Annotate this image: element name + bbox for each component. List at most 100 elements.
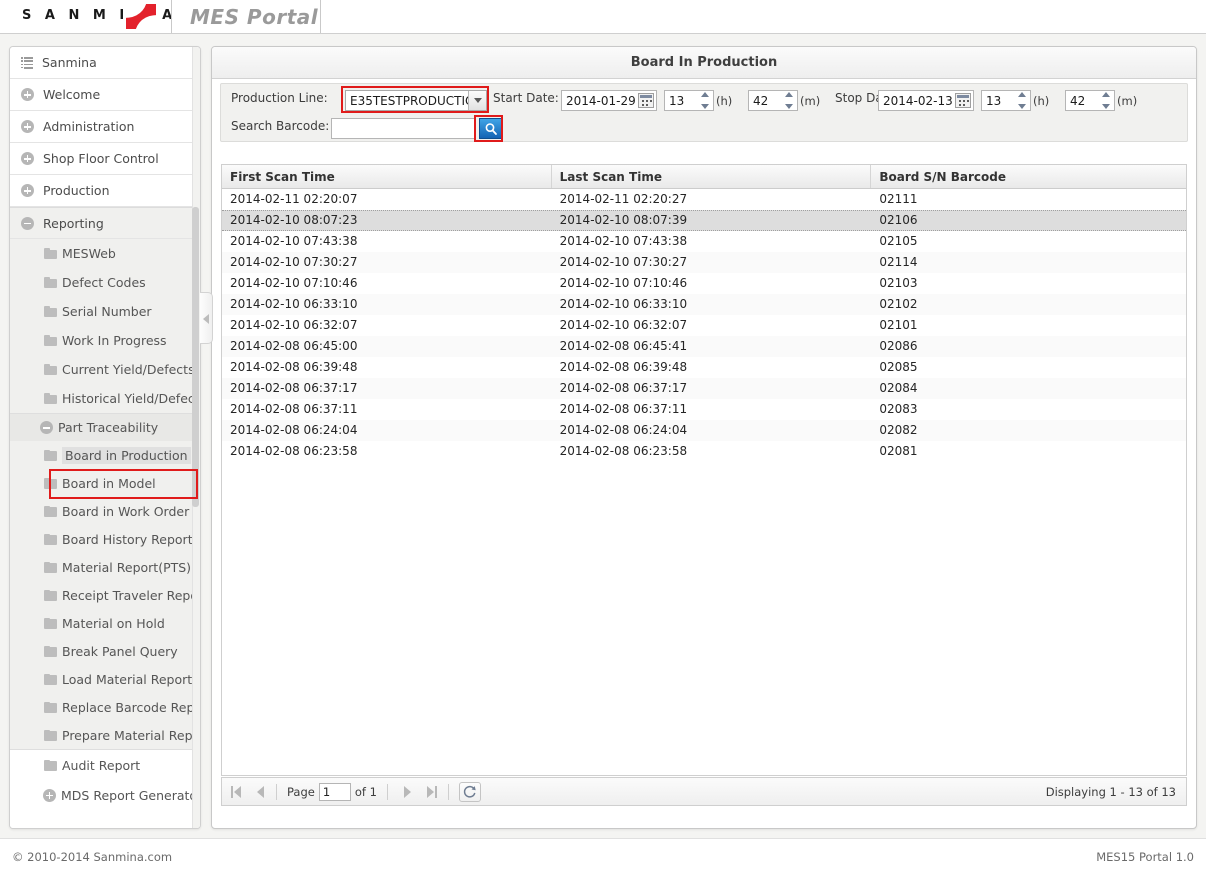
chevron-down-icon[interactable] xyxy=(468,91,486,110)
sidebar-item-shop-floor-control[interactable]: Shop Floor Control xyxy=(10,143,200,175)
last-page-button[interactable] xyxy=(422,782,442,802)
cell-first-scan-time: 2014-02-08 06:37:11 xyxy=(230,402,358,416)
table-row[interactable]: 2014-02-10 08:07:23 2014-02-10 08:07:39 02… xyxy=(222,210,1186,231)
stepper-arrows[interactable] xyxy=(1015,92,1029,109)
sidebar-item-replace-barcode-report[interactable]: Replace Barcode Report xyxy=(22,693,200,721)
stop-date-value: 2014-02-13 xyxy=(883,93,953,108)
sidebar-item-administration[interactable]: Administration xyxy=(10,111,200,143)
stop-minute-value: 42 xyxy=(1070,93,1086,108)
sidebar-item-label: Board in Model xyxy=(62,475,156,491)
start-date-value: 2014-01-29 xyxy=(566,93,636,108)
sidebar-item-work-in-progress[interactable]: Work In Progress xyxy=(10,326,200,355)
stepper-arrows[interactable] xyxy=(698,92,712,109)
table-row[interactable]: 2014-02-10 06:32:07 2014-02-10 06:32:07 02… xyxy=(222,315,1186,336)
cell-board-sn-barcode: 02082 xyxy=(879,423,918,437)
stop-hour-stepper[interactable]: 13 xyxy=(981,90,1031,111)
table-row[interactable]: 2014-02-08 06:24:04 2014-02-08 06:24:04 02… xyxy=(222,420,1186,441)
folder-icon xyxy=(44,617,57,629)
minus-circle-icon xyxy=(21,216,34,230)
sidebar-item-material-on-hold[interactable]: Material on Hold xyxy=(22,609,200,637)
next-page-button[interactable] xyxy=(398,782,418,802)
calendar-icon[interactable] xyxy=(955,93,971,108)
production-line-value: E35TESTPRODUCTION xyxy=(350,93,484,108)
table-row[interactable]: 2014-02-08 06:23:58 2014-02-08 06:23:58 02… xyxy=(222,441,1186,462)
sidebar-item-receipt-traveler-report[interactable]: Receipt Traveler Report(P xyxy=(22,581,200,609)
sidebar-item-board-in-production[interactable]: Board in Production xyxy=(22,441,200,469)
sidebar-item-audit-report[interactable]: Audit Report xyxy=(10,750,200,780)
grid-column-header-last-scan-time[interactable]: Last Scan Time xyxy=(552,165,872,188)
sidebar-item-load-material-report[interactable]: Load Material Report xyxy=(22,665,200,693)
folder-icon xyxy=(44,505,57,517)
sidebar-item-board-in-model[interactable]: Board in Model xyxy=(22,469,200,497)
sidebar-item-label: Work In Progress xyxy=(62,333,167,348)
version-text: MES15 Portal 1.0 xyxy=(1096,850,1194,864)
pager-toolbar: Page of 1 Displaying 1 - 13 of 13 xyxy=(221,777,1187,806)
sidebar-item-production[interactable]: Production xyxy=(10,175,200,207)
folder-icon xyxy=(44,364,57,375)
table-row[interactable]: 2014-02-10 06:33:10 2014-02-10 06:33:10 02… xyxy=(222,294,1186,315)
stop-minute-stepper[interactable]: 42 xyxy=(1065,90,1115,111)
sidebar-item-board-history-report[interactable]: Board History Report xyxy=(22,525,200,553)
sidebar-item-board-in-work-order[interactable]: Board in Work Order xyxy=(22,497,200,525)
search-button[interactable] xyxy=(479,118,502,139)
sidebar-item-label: Material on Hold xyxy=(62,615,165,631)
sidebar-item-label: Replace Barcode Report xyxy=(62,699,201,715)
sidebar-item-label: Prepare Material Report xyxy=(62,727,201,743)
copyright-text: © 2010-2014 Sanmina.com xyxy=(12,850,173,864)
sidebar-item-defect-codes[interactable]: Defect Codes xyxy=(10,268,200,297)
sidebar-item-material-report-pts[interactable]: Material Report(PTS) xyxy=(22,553,200,581)
sidebar-item-welcome[interactable]: Welcome xyxy=(10,79,200,111)
sidebar-collapse-handle[interactable] xyxy=(200,292,213,344)
sidebar-item-serial-number[interactable]: Serial Number xyxy=(10,297,200,326)
start-minute-stepper[interactable]: 42 xyxy=(748,90,798,111)
table-row[interactable]: 2014-02-10 07:30:27 2014-02-10 07:30:27 02… xyxy=(222,252,1186,273)
stop-date-field[interactable]: 2014-02-13 xyxy=(878,90,974,111)
sidebar-scrollbar-thumb[interactable] xyxy=(192,207,199,507)
prev-page-button[interactable] xyxy=(250,782,270,802)
first-page-button[interactable] xyxy=(226,782,246,802)
table-row[interactable]: 2014-02-08 06:45:00 2014-02-08 06:45:41 02… xyxy=(222,336,1186,357)
part-traceability-items: Board in Production Board in Model Board… xyxy=(10,441,200,750)
stepper-arrows[interactable] xyxy=(782,92,796,109)
sidebar-item-label: Sanmina xyxy=(42,55,97,70)
sidebar-item-historical-yield-defects[interactable]: Historical Yield/Defects xyxy=(10,384,200,413)
table-row[interactable]: 2014-02-10 07:10:46 2014-02-10 07:10:46 02… xyxy=(222,273,1186,294)
sidebar-item-prepare-material-report[interactable]: Prepare Material Report xyxy=(22,721,200,749)
calendar-icon[interactable] xyxy=(638,93,654,108)
folder-icon xyxy=(44,393,57,404)
search-barcode-input[interactable] xyxy=(331,118,476,139)
footer: © 2010-2014 Sanmina.com MES15 Portal 1.0 xyxy=(0,838,1206,872)
table-row[interactable]: 2014-02-11 02:20:07 2014-02-11 02:20:27 02… xyxy=(222,189,1186,210)
sidebar-group-part-traceability[interactable]: Part Traceability xyxy=(10,413,200,441)
sidebar-scrollbar-track[interactable] xyxy=(192,47,200,828)
grid-column-header-board-sn-barcode[interactable]: Board S/N Barcode xyxy=(871,165,1186,188)
refresh-button[interactable] xyxy=(458,781,481,802)
sidebar-item-break-panel-query[interactable]: Break Panel Query xyxy=(22,637,200,665)
pager-page-input[interactable] xyxy=(318,782,351,801)
start-minute-value: 42 xyxy=(753,93,769,108)
cell-last-scan-time: 2014-02-08 06:37:11 xyxy=(559,402,688,416)
refresh-icon xyxy=(464,785,477,798)
production-line-select[interactable]: E35TESTPRODUCTION xyxy=(345,90,487,111)
table-row[interactable]: 2014-02-10 07:43:38 2014-02-10 07:43:38 02… xyxy=(222,231,1186,252)
page-title: Board In Production xyxy=(212,47,1196,79)
stepper-arrows[interactable] xyxy=(1099,92,1113,109)
cell-board-sn-barcode: 02084 xyxy=(879,381,918,395)
start-hour-stepper[interactable]: 13 xyxy=(664,90,714,111)
folder-icon xyxy=(44,673,57,685)
sidebar-item-reporting[interactable]: Reporting xyxy=(10,207,200,239)
table-row[interactable]: 2014-02-08 06:39:48 2014-02-08 06:39:48 02… xyxy=(222,357,1186,378)
production-line-label: Production Line: xyxy=(231,91,328,105)
sanmina-s-mark-icon xyxy=(126,4,156,29)
start-date-field[interactable]: 2014-01-29 xyxy=(561,90,657,111)
sidebar-item-mds-report-generator[interactable]: MDS Report Generator xyxy=(10,780,200,810)
cell-last-scan-time: 2014-02-08 06:45:41 xyxy=(559,339,688,353)
sidebar-item-sanmina[interactable]: Sanmina xyxy=(10,47,200,79)
table-row[interactable]: 2014-02-08 06:37:17 2014-02-08 06:37:17 02… xyxy=(222,378,1186,399)
table-row[interactable]: 2014-02-08 06:37:11 2014-02-08 06:37:11 02… xyxy=(222,399,1186,420)
pager-page-label: Page xyxy=(287,784,315,799)
cell-first-scan-time: 2014-02-10 06:32:07 xyxy=(230,318,358,332)
grid-column-header-first-scan-time[interactable]: First Scan Time xyxy=(222,165,552,188)
sidebar-item-mesweb[interactable]: MESWeb xyxy=(10,239,200,268)
sidebar-item-current-yield-defects[interactable]: Current Yield/Defects xyxy=(10,355,200,384)
